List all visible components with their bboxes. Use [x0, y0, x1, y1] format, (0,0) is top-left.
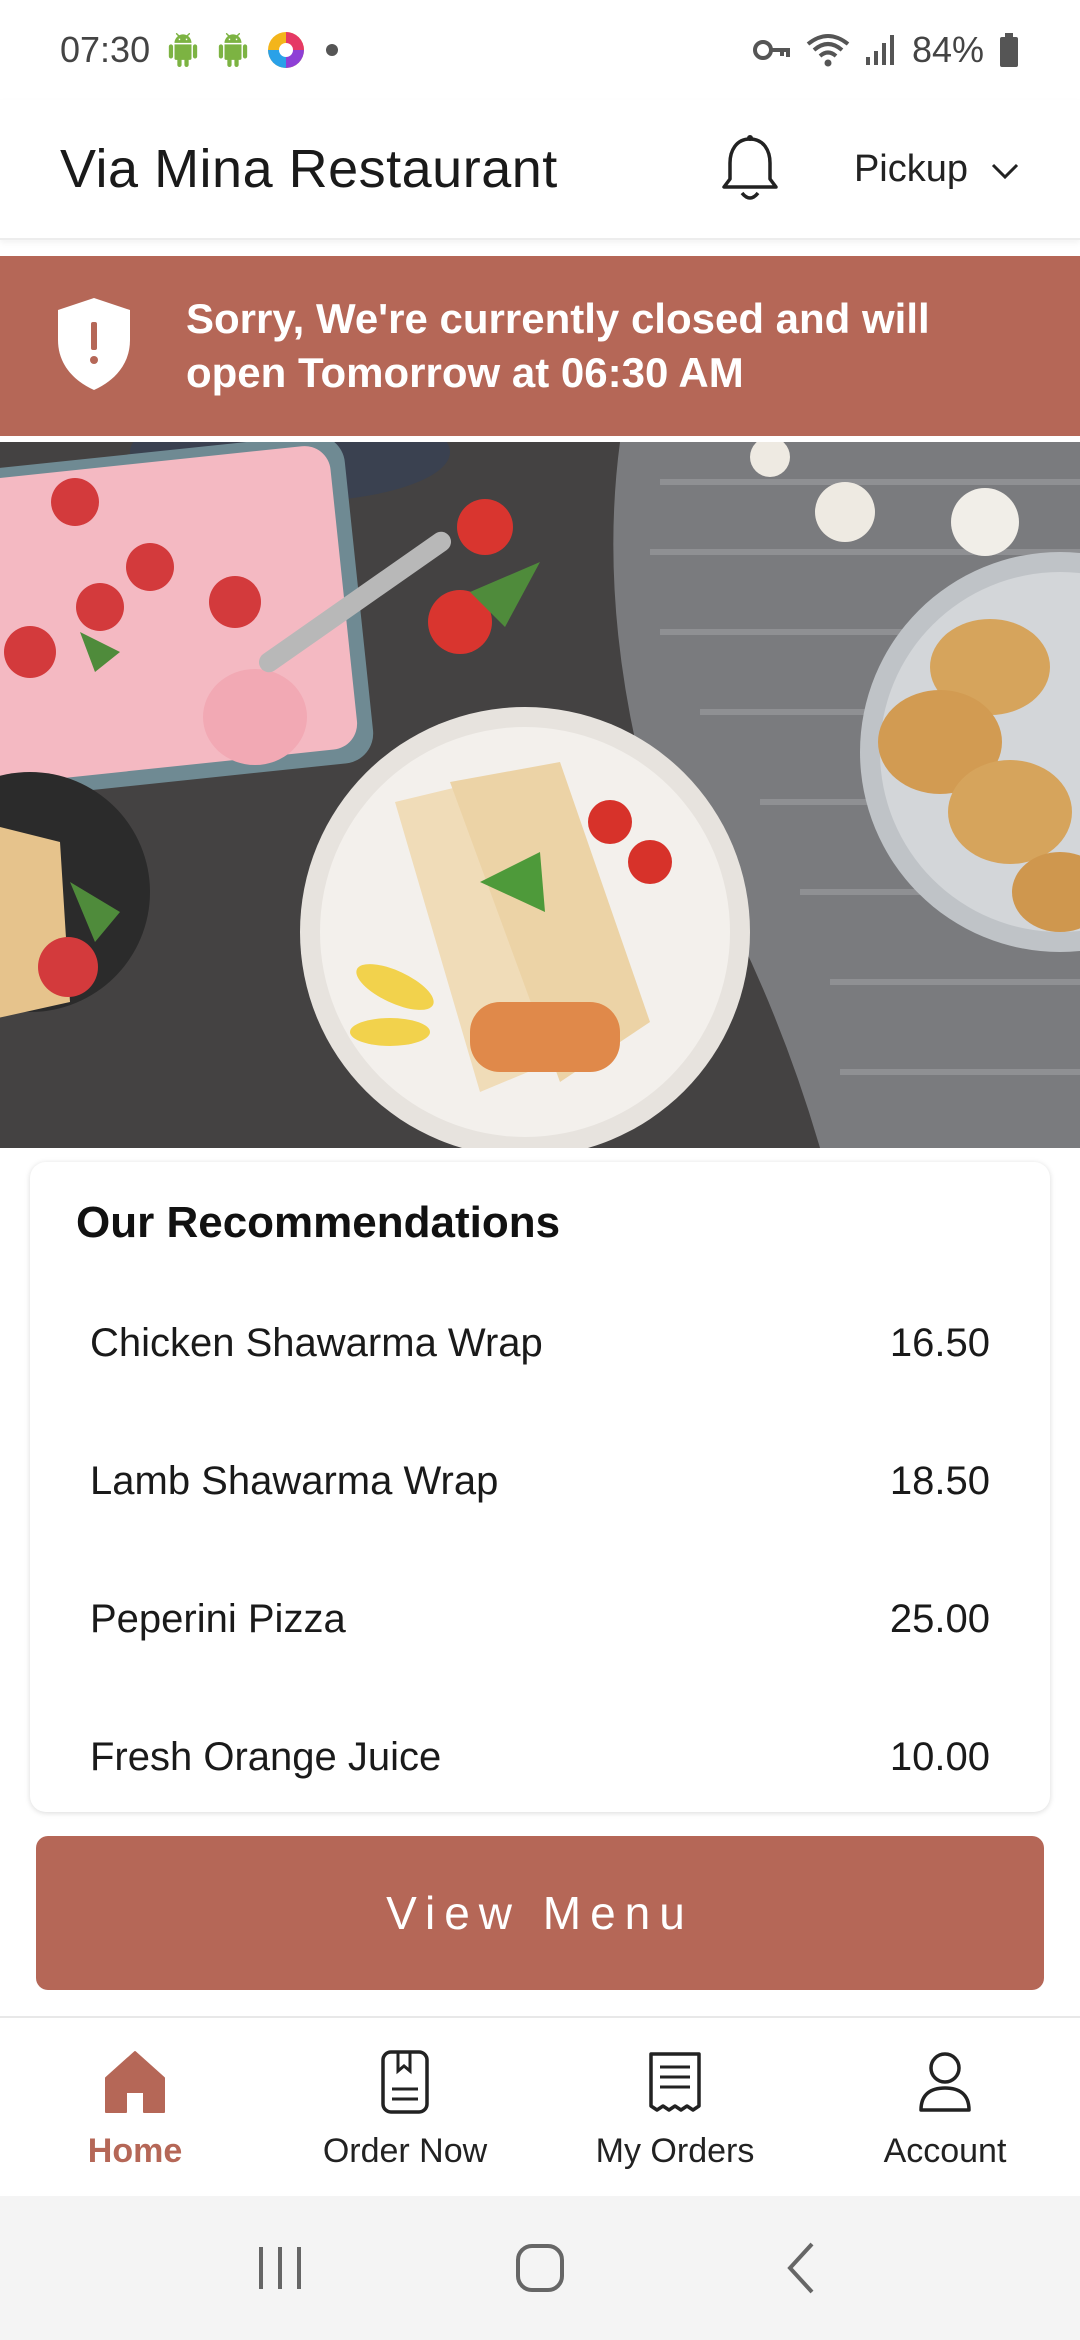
item-name: Peperini Pizza: [90, 1596, 346, 1641]
wifi-icon: [806, 32, 850, 68]
app-header: Via Mina Restaurant Pickup: [0, 100, 1080, 240]
bottom-nav: Home Order Now My Orders Account: [0, 2016, 1080, 2196]
item-price: 16.50: [889, 1320, 990, 1365]
battery-icon: [998, 32, 1020, 68]
android-icon: [216, 33, 250, 67]
nav-item-my-orders[interactable]: My Orders: [540, 2018, 810, 2196]
recommendations-list: Chicken Shawarma Wrap 16.50 Lamb Shawarm…: [30, 1274, 1050, 1812]
item-price: 18.50: [889, 1458, 990, 1503]
recommendations-card: Our Recommendations Chicken Shawarma Wra…: [30, 1162, 1050, 1812]
list-item[interactable]: Chicken Shawarma Wrap 16.50: [30, 1274, 1050, 1412]
item-name: Fresh Orange Juice: [90, 1734, 442, 1779]
user-icon: [917, 2044, 973, 2120]
closed-banner: Sorry, We're currently closed and will o…: [0, 256, 1080, 436]
nav-label-account: Account: [883, 2131, 1007, 2170]
recent-apps-icon[interactable]: [220, 2218, 340, 2318]
food-hero-image: [0, 442, 1080, 1148]
system-nav-bar: [0, 2196, 1080, 2340]
back-icon[interactable]: [740, 2218, 860, 2318]
battery-percent: 84%: [911, 29, 984, 70]
item-name: Lamb Shawarma Wrap: [90, 1458, 499, 1503]
receipt-icon: [647, 2044, 703, 2120]
status-bar: 07:30 84%: [0, 0, 1080, 100]
signal-icon: [864, 33, 898, 67]
recommendations-title: Our Recommendations: [76, 1198, 561, 1247]
list-item[interactable]: Peperini Pizza 25.00: [30, 1550, 1050, 1688]
view-menu-button[interactable]: View Menu: [36, 1836, 1044, 1990]
order-book-icon: [380, 2044, 430, 2120]
item-name: Chicken Shawarma Wrap: [90, 1320, 543, 1365]
home-circle-icon[interactable]: [480, 2218, 600, 2318]
chevron-down-icon: [990, 148, 1020, 191]
nav-label-order-now: Order Now: [322, 2131, 488, 2170]
home-icon: [104, 2044, 166, 2120]
item-price: 25.00: [889, 1596, 990, 1641]
list-item[interactable]: Lamb Shawarma Wrap 18.50: [30, 1412, 1050, 1550]
bell-icon[interactable]: [718, 133, 782, 205]
status-time: 07:30: [60, 29, 151, 70]
nav-label-home: Home: [87, 2131, 183, 2170]
nav-item-order-now[interactable]: Order Now: [270, 2018, 540, 2196]
order-type-label: Pickup: [853, 147, 968, 190]
closed-message: Sorry, We're currently closed and will o…: [186, 295, 930, 396]
nav-item-home[interactable]: Home: [0, 2018, 270, 2196]
vpn-key-icon: [752, 35, 792, 65]
list-item[interactable]: Fresh Orange Juice 10.00: [30, 1688, 1050, 1812]
android-icon: [166, 33, 200, 67]
app-notification-icon: [266, 30, 306, 70]
dot-icon: [322, 40, 342, 60]
nav-label-my-orders: My Orders: [595, 2131, 755, 2170]
item-price: 10.00: [889, 1734, 990, 1779]
nav-item-account[interactable]: Account: [810, 2018, 1080, 2196]
shield-alert-icon: [54, 296, 134, 397]
restaurant-name: Via Mina Restaurant: [60, 139, 558, 199]
order-type-dropdown[interactable]: Pickup: [854, 148, 1020, 191]
